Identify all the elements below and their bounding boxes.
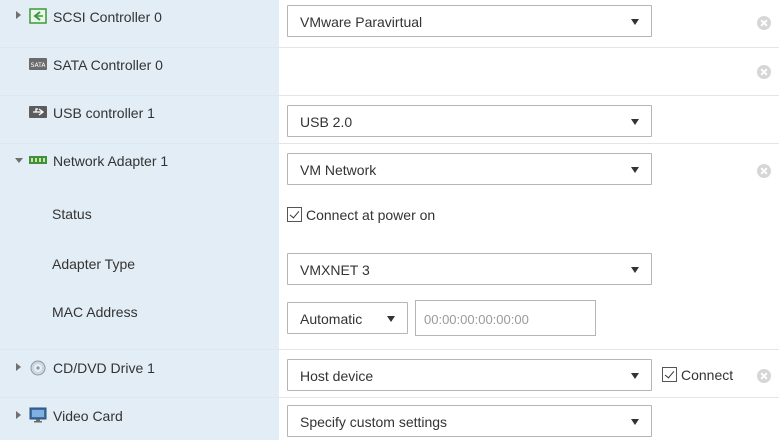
remove-icon[interactable] [757, 369, 771, 383]
chevron-down-icon [631, 19, 639, 25]
chevron-down-icon [387, 316, 395, 322]
row-value-cell: VMware Paravirtual [279, 0, 779, 48]
select-value: Host device [300, 368, 374, 384]
mac-mode-select[interactable]: Automatic [287, 302, 408, 334]
row-value-cell: Specify custom settings [279, 398, 779, 440]
checkbox-label: Connect at power on [306, 207, 436, 223]
device-label: SCSI Controller 0 [53, 9, 162, 25]
sata-controller-icon: SATA [29, 56, 47, 72]
usb-controller-icon [29, 104, 47, 120]
row-status: Status Connect at power on [0, 190, 779, 240]
row-mac-address: MAC Address Automatic 00:00:00:00:00:00 [0, 292, 779, 350]
row-label-cell: Network Adapter 1 [0, 144, 279, 190]
usb-version-select[interactable]: USB 2.0 [287, 105, 652, 137]
select-value: VMware Paravirtual [300, 14, 423, 30]
device-label: Video Card [53, 408, 123, 424]
remove-icon[interactable] [757, 65, 771, 79]
expand-arrow-icon[interactable] [16, 363, 21, 371]
chevron-down-icon [631, 373, 639, 379]
svg-text:SATA: SATA [31, 62, 47, 69]
field-label: Status [52, 206, 92, 222]
remove-icon[interactable] [757, 16, 771, 30]
collapse-arrow-icon[interactable] [15, 158, 23, 163]
row-label-cell: SCSI Controller 0 [0, 0, 279, 48]
row-video-card: Video Card Specify custom settings [0, 398, 779, 440]
row-value-cell: Automatic 00:00:00:00:00:00 [279, 292, 779, 350]
field-label: MAC Address [52, 304, 138, 320]
row-value-cell [279, 48, 779, 96]
device-label: USB controller 1 [53, 105, 155, 121]
expand-arrow-icon[interactable] [16, 411, 21, 419]
select-value: Specify custom settings [300, 414, 448, 430]
row-sata-controller: SATA SATA Controller 0 [0, 48, 779, 96]
row-label-cell: Status [0, 190, 279, 240]
chevron-down-icon [631, 419, 639, 425]
row-label-cell: SATA SATA Controller 0 [0, 48, 279, 96]
chevron-down-icon [631, 167, 639, 173]
connect-at-power-on-checkbox[interactable] [287, 207, 302, 222]
row-value-cell: USB 2.0 [279, 96, 779, 144]
scsi-type-select[interactable]: VMware Paravirtual [287, 5, 652, 37]
mac-address-input[interactable]: 00:00:00:00:00:00 [415, 300, 596, 336]
checkbox-label: Connect [681, 367, 734, 383]
row-value-cell: Connect at power on [279, 190, 779, 240]
row-scsi-controller: SCSI Controller 0 VMware Paravirtual [0, 0, 779, 48]
cd-dvd-icon [29, 360, 47, 376]
device-label: Network Adapter 1 [53, 153, 169, 169]
chevron-down-icon [631, 119, 639, 125]
row-cd-dvd-drive: CD/DVD Drive 1 Host device Connect [0, 350, 779, 398]
adapter-type-select[interactable]: VMXNET 3 [287, 253, 652, 285]
row-label-cell: MAC Address [0, 292, 279, 350]
device-label: SATA Controller 0 [53, 57, 163, 73]
connect-checkbox[interactable] [662, 367, 677, 382]
select-value: USB 2.0 [300, 114, 353, 130]
select-value: Automatic [300, 311, 363, 327]
row-value-cell: VM Network [279, 144, 779, 190]
chevron-down-icon [631, 267, 639, 273]
row-label-cell: Video Card [0, 398, 279, 440]
scsi-controller-icon [29, 8, 47, 24]
input-placeholder: 00:00:00:00:00:00 [424, 312, 529, 327]
row-label-cell: CD/DVD Drive 1 [0, 350, 279, 398]
expand-arrow-icon[interactable] [16, 11, 21, 19]
field-label: Adapter Type [52, 256, 136, 272]
row-adapter-type: Adapter Type VMXNET 3 [0, 240, 779, 292]
row-usb-controller: USB controller 1 USB 2.0 [0, 96, 779, 144]
row-label-cell: Adapter Type [0, 240, 279, 292]
row-value-cell: VMXNET 3 [279, 240, 779, 292]
network-adapter-icon [29, 152, 47, 168]
row-network-adapter: Network Adapter 1 VM Network [0, 144, 779, 190]
device-label: CD/DVD Drive 1 [53, 360, 155, 376]
video-settings-select[interactable]: Specify custom settings [287, 405, 652, 437]
row-label-cell: USB controller 1 [0, 96, 279, 144]
monitor-icon [29, 407, 47, 423]
select-value: VM Network [300, 162, 377, 178]
network-select[interactable]: VM Network [287, 153, 652, 185]
select-value: VMXNET 3 [300, 262, 370, 278]
remove-icon[interactable] [757, 164, 771, 178]
cd-dvd-source-select[interactable]: Host device [287, 359, 652, 391]
row-value-cell: Host device Connect [279, 350, 779, 398]
